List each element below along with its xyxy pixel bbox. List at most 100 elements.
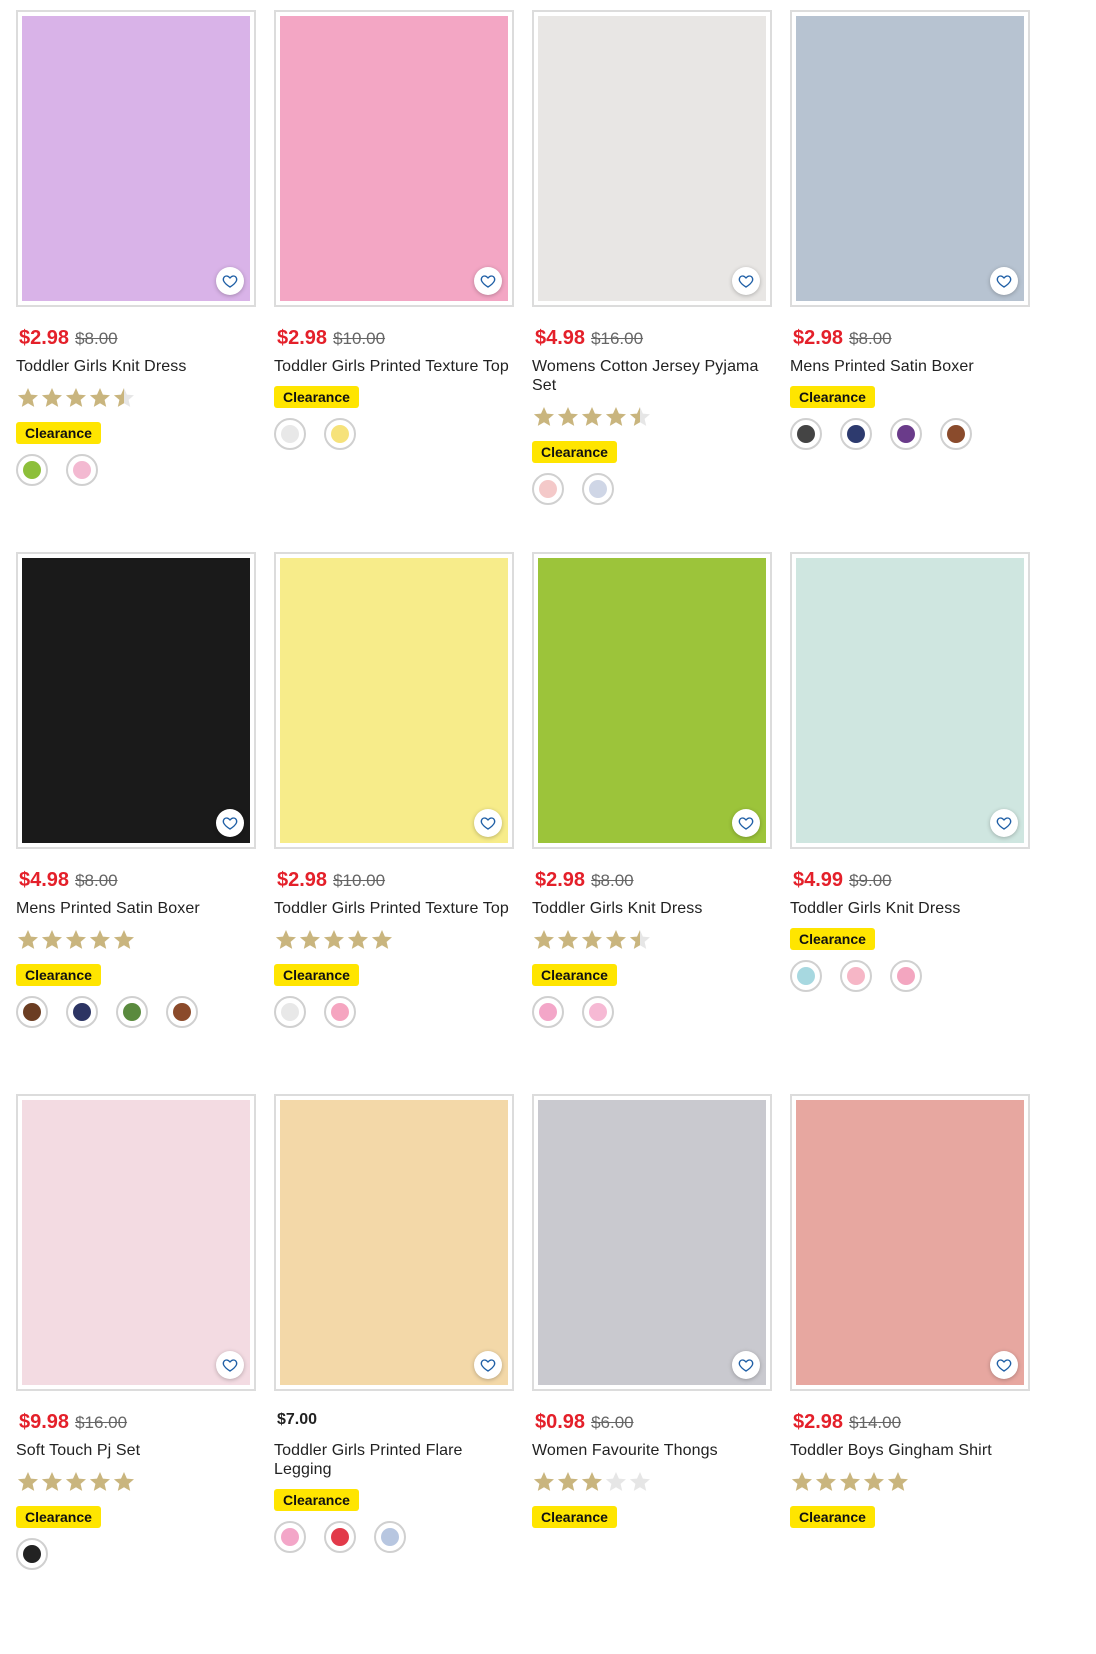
color-swatch[interactable]	[582, 996, 614, 1028]
color-swatch[interactable]	[840, 960, 872, 992]
wishlist-button[interactable]	[732, 267, 760, 295]
color-swatch[interactable]	[890, 960, 922, 992]
color-swatch[interactable]	[166, 996, 198, 1028]
product-image[interactable]	[274, 552, 514, 849]
price-row: $2.98 $8.00	[790, 327, 1030, 353]
product-card[interactable]: $4.98 $8.00 Mens Printed Satin Boxer Cle…	[16, 552, 256, 1028]
star-rating	[16, 928, 256, 954]
product-card[interactable]: $2.98 $8.00 Mens Printed Satin Boxer Clea…	[790, 10, 1030, 450]
color-swatch[interactable]	[790, 960, 822, 992]
product-image[interactable]	[16, 1094, 256, 1391]
product-title[interactable]: Toddler Girls Printed Texture Top	[274, 899, 514, 918]
wishlist-button[interactable]	[474, 1351, 502, 1379]
original-price: $8.00	[849, 329, 892, 348]
color-swatch[interactable]	[532, 473, 564, 505]
wishlist-button[interactable]	[990, 809, 1018, 837]
current-price: $2.98	[793, 327, 844, 349]
color-swatch[interactable]	[374, 1521, 406, 1553]
color-swatch[interactable]	[582, 473, 614, 505]
original-price: $10.00	[333, 329, 386, 348]
color-swatch[interactable]	[274, 996, 306, 1028]
color-swatch[interactable]	[66, 996, 98, 1028]
current-price: $2.98	[277, 869, 328, 891]
wishlist-button[interactable]	[474, 809, 502, 837]
wishlist-button[interactable]	[732, 809, 760, 837]
clearance-badge: Clearance	[274, 1489, 359, 1511]
color-swatches	[790, 960, 1030, 992]
product-card[interactable]: $4.99 $9.00 Toddler Girls Knit Dress Clea…	[790, 552, 1030, 992]
clearance-badge: Clearance	[274, 964, 359, 986]
product-image[interactable]	[790, 10, 1030, 307]
product-title[interactable]: Toddler Girls Knit Dress	[532, 899, 772, 918]
clearance-badge: Clearance	[790, 386, 875, 408]
color-swatch[interactable]	[324, 996, 356, 1028]
product-image[interactable]	[532, 552, 772, 849]
original-price: $16.00	[591, 329, 644, 348]
clearance-badge: Clearance	[790, 1506, 875, 1528]
wishlist-button[interactable]	[474, 267, 502, 295]
color-swatch[interactable]	[324, 1521, 356, 1553]
color-swatch[interactable]	[324, 418, 356, 450]
product-card[interactable]: $0.98 $6.00 Women Favourite Thongs Clear…	[532, 1094, 772, 1528]
product-image[interactable]	[16, 10, 256, 307]
product-title[interactable]: Mens Printed Satin Boxer	[790, 357, 1030, 376]
color-swatch[interactable]	[940, 418, 972, 450]
wishlist-button[interactable]	[216, 267, 244, 295]
wishlist-button[interactable]	[732, 1351, 760, 1379]
product-title[interactable]: Womens Cotton Jersey Pyjama Set	[532, 357, 772, 395]
current-price: $2.98	[535, 869, 586, 891]
product-card[interactable]: $2.98 $8.00 Toddler Girls Knit Dress Cle…	[532, 552, 772, 1028]
product-card[interactable]: $7.00 Toddler Girls Printed Flare Leggin…	[274, 1094, 514, 1553]
current-price: $4.99	[793, 869, 844, 891]
product-image[interactable]	[532, 1094, 772, 1391]
heart-outline-icon	[996, 275, 1012, 288]
color-swatch[interactable]	[116, 996, 148, 1028]
product-title[interactable]: Toddler Girls Knit Dress	[790, 899, 1030, 918]
product-card[interactable]: $4.98 $16.00 Womens Cotton Jersey Pyjama…	[532, 10, 772, 505]
product-card[interactable]: $2.98 $8.00 Toddler Girls Knit Dress Cle…	[16, 10, 256, 486]
product-title[interactable]: Toddler Girls Printed Flare Legging	[274, 1441, 514, 1479]
color-swatch[interactable]	[532, 996, 564, 1028]
color-swatch[interactable]	[890, 418, 922, 450]
price-row: $2.98 $10.00	[274, 869, 514, 895]
product-card[interactable]: $9.98 $16.00 Soft Touch Pj Set Clearance	[16, 1094, 256, 1570]
color-swatch[interactable]	[790, 418, 822, 450]
product-title[interactable]: Soft Touch Pj Set	[16, 1441, 256, 1460]
color-swatch[interactable]	[274, 1521, 306, 1553]
product-title[interactable]: Toddler Girls Printed Texture Top	[274, 357, 514, 376]
wishlist-button[interactable]	[216, 1351, 244, 1379]
color-swatch[interactable]	[66, 454, 98, 486]
color-swatch[interactable]	[274, 418, 306, 450]
product-photo	[22, 558, 250, 843]
color-swatches	[16, 454, 256, 486]
color-swatches	[532, 473, 772, 505]
product-photo	[22, 1100, 250, 1385]
product-image[interactable]	[790, 1094, 1030, 1391]
color-swatch[interactable]	[16, 996, 48, 1028]
color-swatch[interactable]	[840, 418, 872, 450]
product-card[interactable]: $2.98 $10.00 Toddler Girls Printed Textu…	[274, 10, 514, 450]
product-image[interactable]	[16, 552, 256, 849]
product-card[interactable]: $2.98 $14.00 Toddler Boys Gingham Shirt …	[790, 1094, 1030, 1528]
product-photo	[280, 1100, 508, 1385]
product-image[interactable]	[274, 1094, 514, 1391]
product-title[interactable]: Toddler Boys Gingham Shirt	[790, 1441, 1030, 1460]
original-price: $8.00	[75, 871, 118, 890]
price-row: $4.98 $16.00	[532, 327, 772, 353]
product-title[interactable]: Women Favourite Thongs	[532, 1441, 772, 1460]
wishlist-button[interactable]	[990, 267, 1018, 295]
product-image[interactable]	[790, 552, 1030, 849]
product-image[interactable]	[274, 10, 514, 307]
product-title[interactable]: Toddler Girls Knit Dress	[16, 357, 256, 376]
product-title[interactable]: Mens Printed Satin Boxer	[16, 899, 256, 918]
product-image[interactable]	[532, 10, 772, 307]
wishlist-button[interactable]	[216, 809, 244, 837]
star-rating	[532, 928, 772, 954]
color-swatch[interactable]	[16, 454, 48, 486]
wishlist-button[interactable]	[990, 1351, 1018, 1379]
star-icon	[629, 407, 650, 426]
color-swatch[interactable]	[16, 1538, 48, 1570]
current-price: $4.98	[535, 327, 586, 349]
heart-outline-icon	[738, 1359, 754, 1372]
product-card[interactable]: $2.98 $10.00 Toddler Girls Printed Textu…	[274, 552, 514, 1028]
